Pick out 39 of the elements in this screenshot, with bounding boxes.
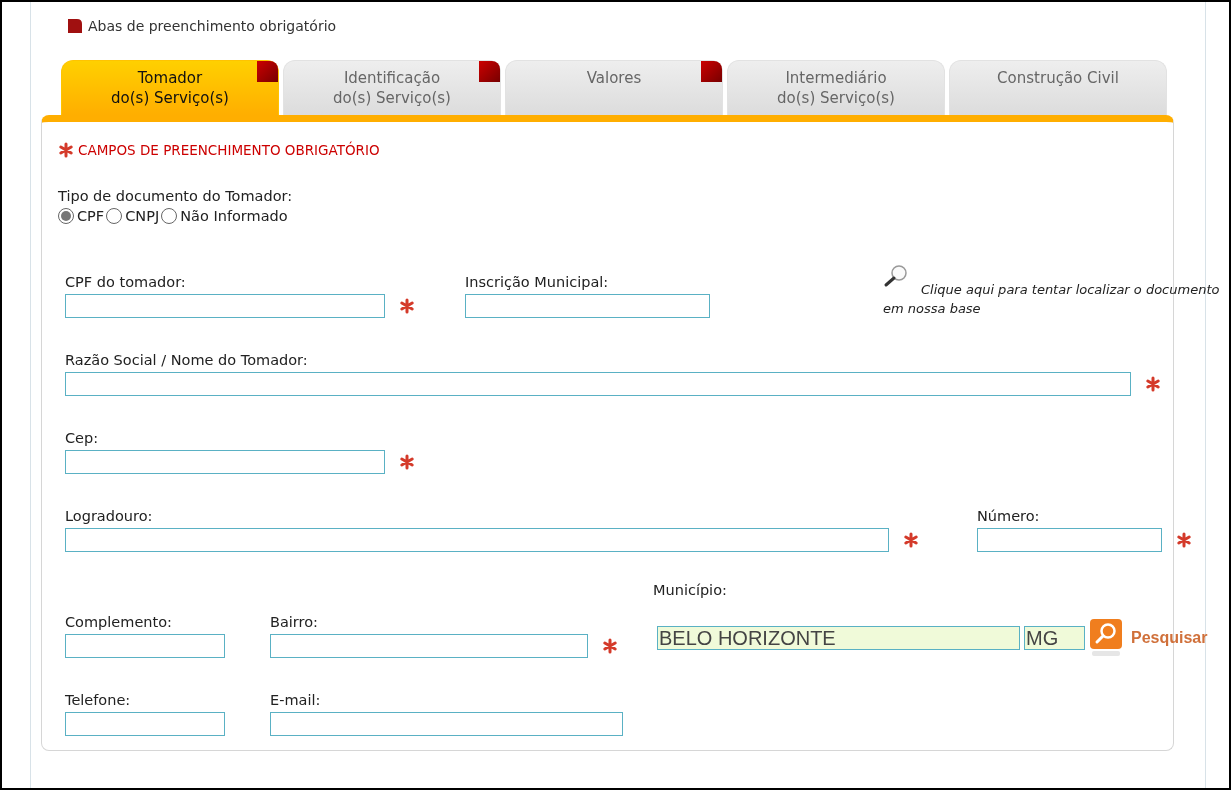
state-field[interactable]: MG xyxy=(1024,626,1085,650)
field-label: Inscrição Municipal: xyxy=(465,274,610,290)
radio-option[interactable]: Não Informado xyxy=(161,208,288,224)
field-label: Número: xyxy=(977,508,1041,524)
lookup-hint-link[interactable]: Clique aqui para tentar localizar o documento em nossa base xyxy=(883,280,1229,318)
field-label: Razão Social / Nome do Tomador: xyxy=(65,352,309,368)
search-icon xyxy=(1089,618,1123,658)
input-field[interactable] xyxy=(977,528,1162,552)
field-label: CPF do tomador: xyxy=(65,274,187,290)
radio-option[interactable]: CPF xyxy=(58,208,105,224)
input-field[interactable] xyxy=(65,372,1131,396)
tab[interactable]: Tomador do(s) Serviço(s) xyxy=(61,60,279,115)
field-label: Cep: xyxy=(65,430,100,446)
field-label: E-mail: xyxy=(270,692,322,708)
tab[interactable]: Construção Civil xyxy=(949,60,1167,115)
input-field[interactable] xyxy=(270,712,623,736)
field-label: Município: xyxy=(653,582,728,598)
input-field[interactable] xyxy=(270,634,588,658)
input-field[interactable] xyxy=(465,294,710,318)
input-field[interactable] xyxy=(65,450,385,474)
radio-option[interactable]: CNPJ xyxy=(106,208,160,224)
input-field[interactable] xyxy=(65,528,889,552)
field-label: Logradouro: xyxy=(65,508,154,524)
required-tab-icon xyxy=(68,19,82,33)
input-field[interactable] xyxy=(65,712,225,736)
required-icon xyxy=(58,142,74,158)
magnifier-icon[interactable] xyxy=(883,264,909,288)
tab[interactable]: Valores xyxy=(505,60,723,115)
required-note: CAMPOS DE PREENCHIMENTO OBRIGATÓRIO xyxy=(78,142,380,158)
city-field[interactable]: BELO HORIZONTE xyxy=(657,626,1020,650)
field-label: Tipo de documento do Tomador: xyxy=(58,188,294,204)
field-label: Bairro: xyxy=(270,614,319,630)
tab[interactable]: Identificação do(s) Serviço(s) xyxy=(283,60,501,115)
tab[interactable]: Intermediário do(s) Serviço(s) xyxy=(727,60,945,115)
field-label: Complemento: xyxy=(65,614,173,630)
legend-text: Abas de preenchimento obrigatório xyxy=(88,18,337,34)
input-field[interactable] xyxy=(65,634,225,658)
field-label: Telefone: xyxy=(65,692,132,708)
input-field[interactable] xyxy=(65,294,385,318)
